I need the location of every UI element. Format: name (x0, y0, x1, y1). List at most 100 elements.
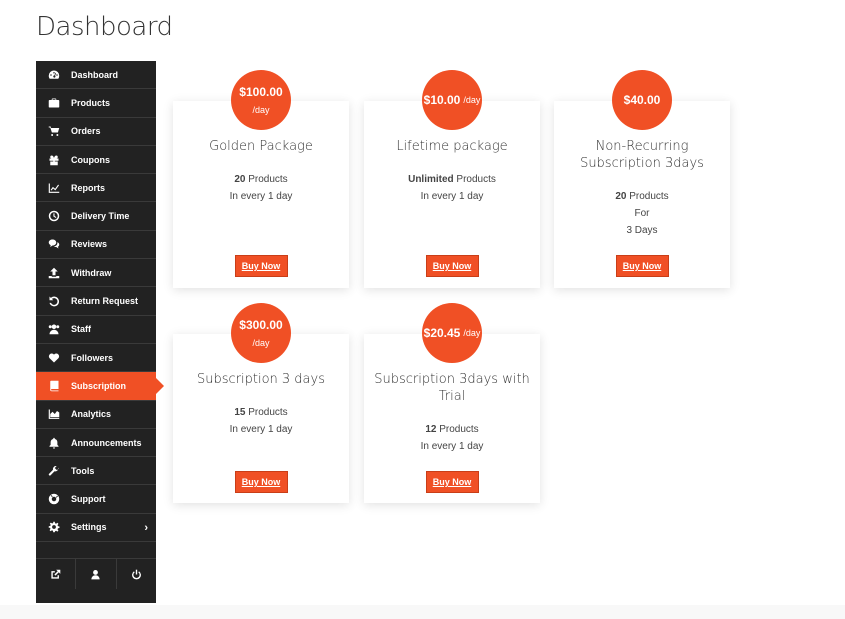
product-count: 15 (234, 407, 246, 418)
package-products: 20 Products (554, 188, 730, 205)
package-title-line1: Non-Recurring (595, 139, 689, 154)
package-interval: In every 1 day (420, 191, 484, 202)
package-interval: In every 1 day (420, 441, 484, 452)
price-amount: $20.45 (423, 326, 461, 340)
visit-store-button[interactable] (36, 559, 77, 589)
buy-now-button[interactable]: Buy Now (234, 471, 288, 493)
briefcase-icon (47, 97, 61, 109)
package-card-golden: $100.00 /day Golden Package 20 Products … (173, 70, 349, 288)
sidebar-item-label: Settings (71, 522, 107, 533)
sidebar-item-reviews[interactable]: Reviews (36, 231, 156, 260)
sidebar-item-label: Coupons (71, 154, 110, 165)
sidebar-item-coupons[interactable]: Coupons (36, 146, 156, 175)
sidebar-nav: Dashboard Products Orders Coupons Report… (36, 61, 164, 603)
sidebar-item-support[interactable]: Support (36, 485, 156, 514)
chevron-right-icon: › (144, 521, 148, 534)
price-period: /day (252, 337, 270, 348)
package-card-subscription-3-days: $300.00 /day Subscription 3 days 15 Prod… (173, 303, 349, 503)
sidebar-item-dashboard[interactable]: Dashboard (36, 61, 156, 90)
price-badge: $300.00 /day (231, 303, 291, 363)
sidebar-item-delivery-time[interactable]: Delivery Time (36, 202, 156, 231)
heart-icon (47, 352, 61, 364)
price-amount: $40.00 (623, 93, 661, 107)
chart-line-icon (47, 182, 61, 194)
package-products: Unlimited Products (364, 171, 540, 188)
buy-now-button[interactable]: Buy Now (615, 255, 669, 277)
power-icon (131, 569, 141, 579)
sidebar-item-label: Return Request (71, 296, 139, 307)
sidebar-item-settings[interactable]: Settings › (36, 514, 156, 543)
page-title: Dashboard (36, 12, 173, 42)
sidebar-item-label: Delivery Time (71, 211, 130, 222)
sidebar-item-reports[interactable]: Reports (36, 174, 156, 203)
sidebar-item-announcements[interactable]: Announcements (36, 429, 156, 458)
package-interval: In every 1 day (229, 191, 293, 202)
sidebar-item-analytics[interactable]: Analytics (36, 401, 156, 429)
dashboard-icon (47, 69, 61, 81)
product-count: 20 (615, 191, 627, 202)
sidebar-item-label: Orders (71, 126, 101, 137)
sidebar-item-orders[interactable]: Orders (36, 118, 156, 146)
sidebar-item-tools[interactable]: Tools (36, 457, 156, 486)
sidebar-item-label: Subscription (71, 380, 127, 391)
price-period: /day (463, 327, 481, 338)
sidebar-item-label: Reports (71, 182, 106, 193)
gift-icon (47, 154, 61, 166)
sidebar-item-withdraw[interactable]: Withdraw (36, 259, 156, 288)
area-chart-icon (47, 408, 61, 420)
price-badge: $20.45 /day (422, 303, 482, 363)
product-suffix: Products (436, 424, 479, 435)
package-card-lifetime: $10.00 /day Lifetime package Unlimited P… (364, 70, 540, 288)
sidebar-item-subscription[interactable]: Subscription (36, 372, 164, 401)
sidebar-item-label: Analytics (71, 409, 112, 420)
sidebar-item-label: Dashboard (71, 69, 119, 80)
package-products: 12 Products (364, 421, 540, 438)
users-icon (47, 323, 61, 335)
gear-icon (47, 521, 61, 533)
buy-now-button[interactable]: Buy Now (234, 255, 288, 277)
bell-icon (47, 437, 61, 449)
upload-icon (47, 267, 61, 279)
user-icon (91, 569, 101, 579)
sidebar-item-label: Announcements (71, 437, 142, 448)
edit-account-button[interactable] (76, 559, 117, 589)
buy-now-button[interactable]: Buy Now (425, 471, 479, 493)
price-badge: $10.00 /day (422, 70, 482, 130)
footer-strip (0, 605, 845, 619)
undo-icon (47, 295, 61, 307)
sidebar-item-followers[interactable]: Followers (36, 344, 156, 373)
product-suffix: Products (245, 174, 288, 185)
sidebar-item-return-request[interactable]: Return Request (36, 287, 156, 316)
package-title: Lifetime package (396, 139, 508, 154)
product-suffix: Products (245, 407, 288, 418)
price-badge: $100.00 /day (231, 70, 291, 130)
price-amount: $100.00 (239, 84, 283, 99)
price-amount: $10.00 (423, 93, 461, 107)
package-card-subscription-trial: $20.45 /day Subscription 3days with Tria… (364, 303, 540, 503)
package-products: 15 Products (173, 404, 349, 421)
clock-icon (47, 210, 61, 222)
sidebar-item-label: Products (71, 97, 111, 108)
external-link-icon (51, 569, 61, 579)
buy-now-button[interactable]: Buy Now (425, 255, 479, 277)
package-interval: In every 1 day (229, 424, 293, 435)
price-amount: $300.00 (239, 317, 283, 332)
logout-button[interactable] (117, 559, 156, 589)
package-for-label: For (634, 208, 650, 219)
comments-icon (47, 238, 61, 250)
product-suffix: Products (453, 174, 496, 185)
sidebar-item-label: Withdraw (71, 267, 112, 278)
wrench-icon (47, 465, 61, 477)
package-duration: 3 Days (626, 225, 658, 236)
sidebar-item-label: Followers (71, 352, 114, 363)
product-count: Unlimited (408, 174, 454, 185)
package-title-line2: Trial (438, 389, 466, 404)
package-title: Subscription 3 days (197, 372, 325, 387)
package-title-line2: Subscription 3days (580, 156, 704, 171)
package-title: Golden Package (209, 139, 313, 154)
sidebar-item-label: Support (71, 494, 106, 505)
sidebar-item-products[interactable]: Products (36, 89, 156, 118)
price-period: /day (252, 104, 270, 115)
book-icon (47, 380, 61, 392)
sidebar-item-staff[interactable]: Staff (36, 316, 156, 344)
